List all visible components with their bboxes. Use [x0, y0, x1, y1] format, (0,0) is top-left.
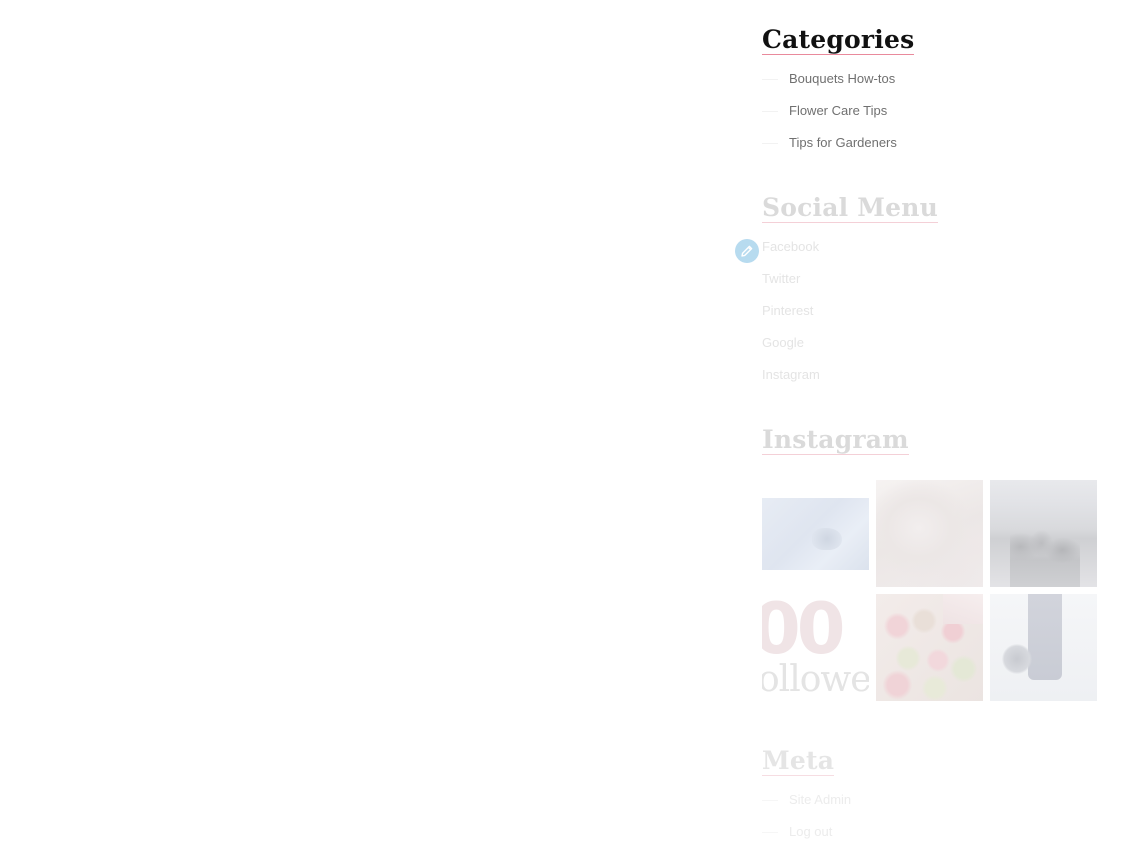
meta-title: Meta: [762, 746, 835, 776]
meta-label[interactable]: Log out: [789, 824, 832, 839]
list-dash: [762, 800, 778, 802]
social-link-google[interactable]: Google: [762, 335, 804, 350]
social-link-facebook[interactable]: Facebook: [762, 239, 819, 254]
social-link-pinterest[interactable]: Pinterest: [762, 303, 813, 318]
category-item[interactable]: Bouquets How-tos: [762, 71, 895, 86]
instagram-thumb[interactable]: [762, 480, 869, 587]
meta-link-site-admin[interactable]: Site Admin: [762, 792, 851, 807]
instagram-thumb[interactable]: [990, 594, 1097, 701]
meta-link-log-out[interactable]: Log out: [762, 824, 832, 839]
category-label[interactable]: Flower Care Tips: [789, 103, 887, 118]
category-label[interactable]: Tips for Gardeners: [789, 135, 897, 150]
category-label[interactable]: Bouquets How-tos: [789, 71, 895, 86]
social-menu-widget: Social Menu: [762, 195, 938, 223]
instagram-widget: Instagram: [762, 427, 909, 455]
categories-widget: Categories: [762, 25, 915, 55]
list-dash: [762, 143, 778, 145]
thumb-graphic-text: ollower: [762, 659, 869, 700]
instagram-thumb[interactable]: 00 ollower: [762, 594, 869, 701]
social-link-instagram[interactable]: Instagram: [762, 367, 820, 382]
list-dash: [762, 832, 778, 834]
social-link-twitter[interactable]: Twitter: [762, 271, 800, 286]
categories-title: Categories: [762, 25, 915, 55]
category-item[interactable]: Tips for Gardeners: [762, 135, 897, 150]
edit-shortcut-button[interactable]: [735, 239, 759, 263]
list-dash: [762, 79, 778, 81]
meta-label[interactable]: Site Admin: [789, 792, 851, 807]
instagram-thumb[interactable]: [876, 594, 983, 701]
social-menu-title: Social Menu: [762, 193, 938, 223]
instagram-thumb[interactable]: [990, 480, 1097, 587]
category-item[interactable]: Flower Care Tips: [762, 103, 887, 118]
instagram-grid: 00 ollower: [762, 480, 1097, 702]
instagram-title: Instagram: [762, 425, 909, 455]
meta-widget: Meta: [762, 746, 835, 776]
thumb-graphic-text: 00: [762, 594, 845, 670]
pencil-icon: [741, 245, 753, 257]
page: Categories Bouquets How-tos Flower Care …: [0, 0, 1137, 858]
list-dash: [762, 111, 778, 113]
instagram-thumb[interactable]: [876, 480, 983, 587]
